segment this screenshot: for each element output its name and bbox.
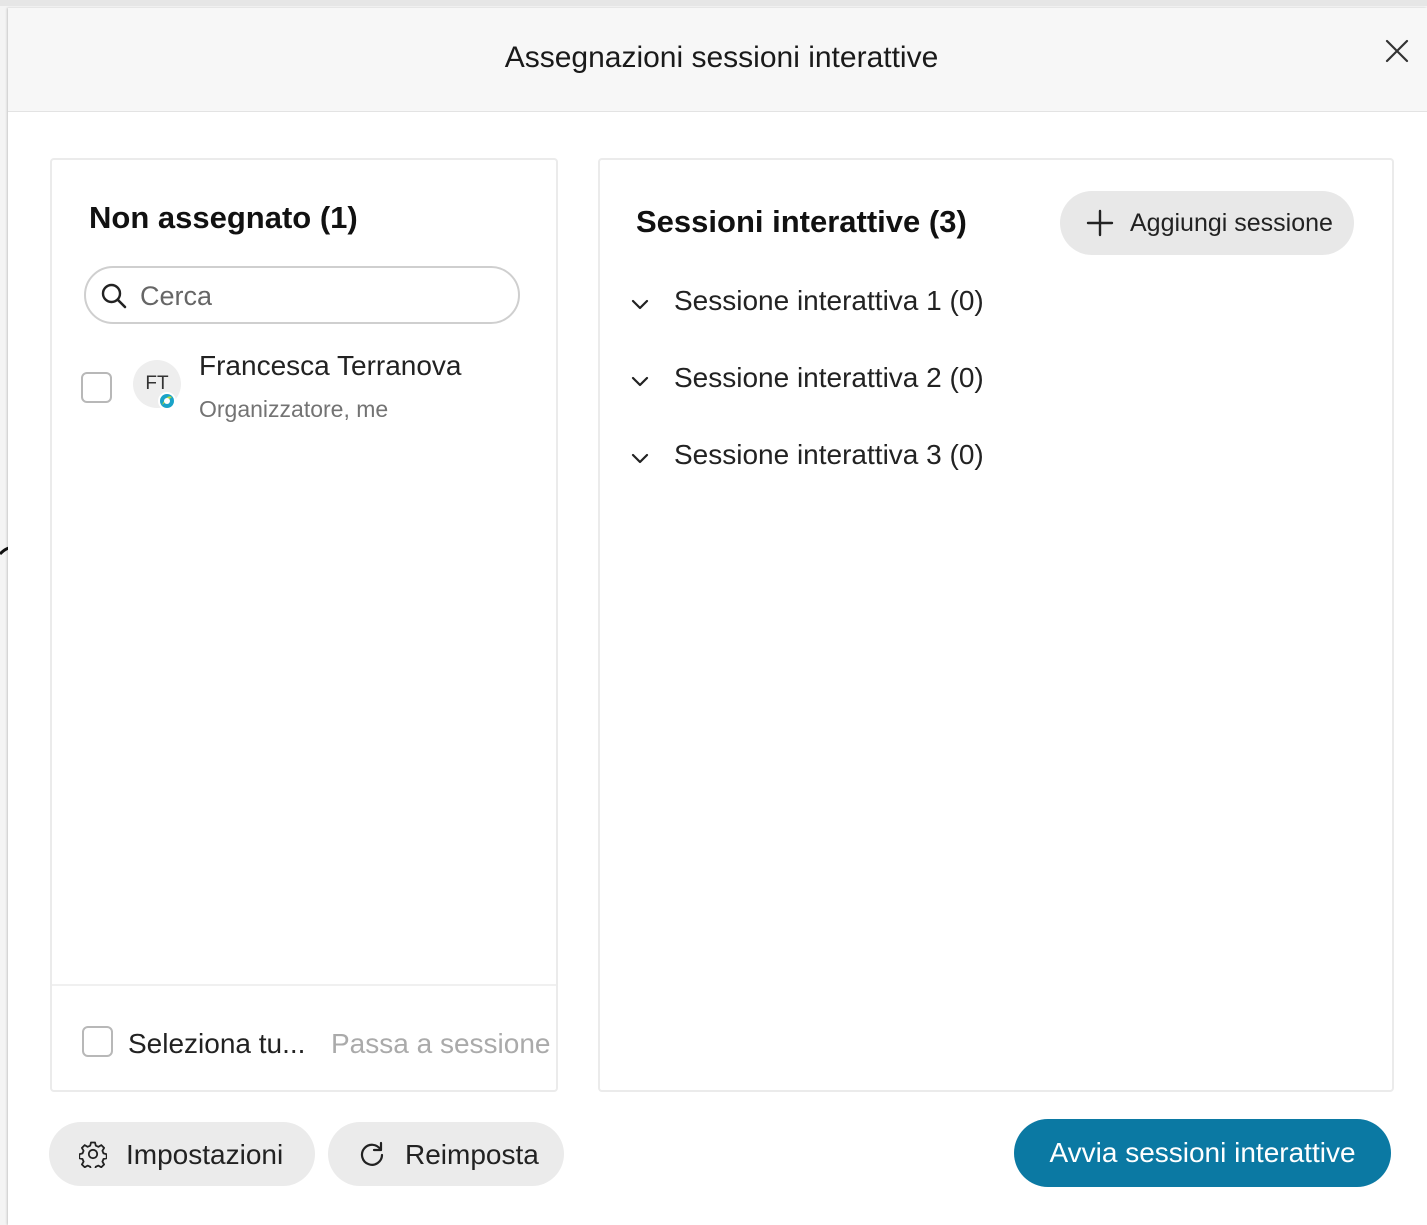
- session-item-1[interactable]: Sessione interattiva 1 (0): [628, 285, 1348, 325]
- participant-search[interactable]: [84, 266, 520, 324]
- presence-status-icon: [158, 392, 176, 410]
- search-icon: [101, 283, 127, 309]
- chevron-down-icon: [631, 453, 649, 464]
- session-item-3[interactable]: Sessione interattiva 3 (0): [628, 439, 1348, 479]
- settings-label: Impostazioni: [126, 1139, 284, 1170]
- reset-label: Reimposta: [405, 1139, 539, 1170]
- participant-role: Organizzatore, me: [199, 396, 389, 422]
- settings-button[interactable]: Impostazioni: [49, 1122, 315, 1186]
- refresh-icon: [360, 1141, 384, 1166]
- move-to-session-button[interactable]: Passa a sessione: [331, 1028, 550, 1060]
- search-input[interactable]: [138, 276, 512, 316]
- unassigned-panel: Non assegnato (1) FT Francesca: [50, 158, 558, 1092]
- participant-name: Francesca Terranova: [199, 350, 462, 381]
- reset-button[interactable]: Reimposta: [328, 1122, 564, 1186]
- unassigned-title: Non assegnato (1): [89, 200, 358, 235]
- start-breakout-sessions-button[interactable]: Avvia sessioni interattive: [1014, 1119, 1391, 1187]
- select-all-checkbox[interactable]: [82, 1026, 113, 1057]
- dialog-title: Assegnazioni sessioni interattive: [504, 41, 939, 74]
- plus-icon: [1086, 209, 1114, 237]
- background-window-strip: [0, 0, 1427, 6]
- sessions-title: Sessioni interattive (3): [636, 204, 967, 239]
- participant-checkbox[interactable]: [81, 372, 112, 403]
- select-all-label[interactable]: Seleziona tu...: [128, 1028, 305, 1060]
- start-breakout-sessions-label: Avvia sessioni interattive: [1049, 1137, 1356, 1168]
- unassigned-footer: Seleziona tu... Passa a sessione: [52, 984, 556, 1092]
- breakout-assignment-dialog: Assegnazioni sessioni interattive Non as…: [8, 8, 1427, 1225]
- chevron-down-icon: [631, 299, 649, 310]
- add-session-label: Aggiungi sessione: [1130, 209, 1333, 237]
- close-button[interactable]: [1380, 34, 1414, 68]
- session-label: Sessione interattiva 3 (0): [674, 439, 984, 470]
- session-item-2[interactable]: Sessione interattiva 2 (0): [628, 362, 1348, 402]
- session-label: Sessione interattiva 2 (0): [674, 362, 984, 393]
- close-icon: [1385, 39, 1409, 63]
- gear-icon: [79, 1141, 107, 1168]
- session-label: Sessione interattiva 1 (0): [674, 285, 984, 316]
- add-session-button[interactable]: Aggiungi sessione: [1060, 191, 1354, 255]
- dialog-header: Assegnazioni sessioni interattive: [8, 8, 1427, 112]
- chevron-down-icon: [631, 376, 649, 387]
- sessions-panel: Sessioni interattive (3) Aggiungi sessio…: [598, 158, 1394, 1092]
